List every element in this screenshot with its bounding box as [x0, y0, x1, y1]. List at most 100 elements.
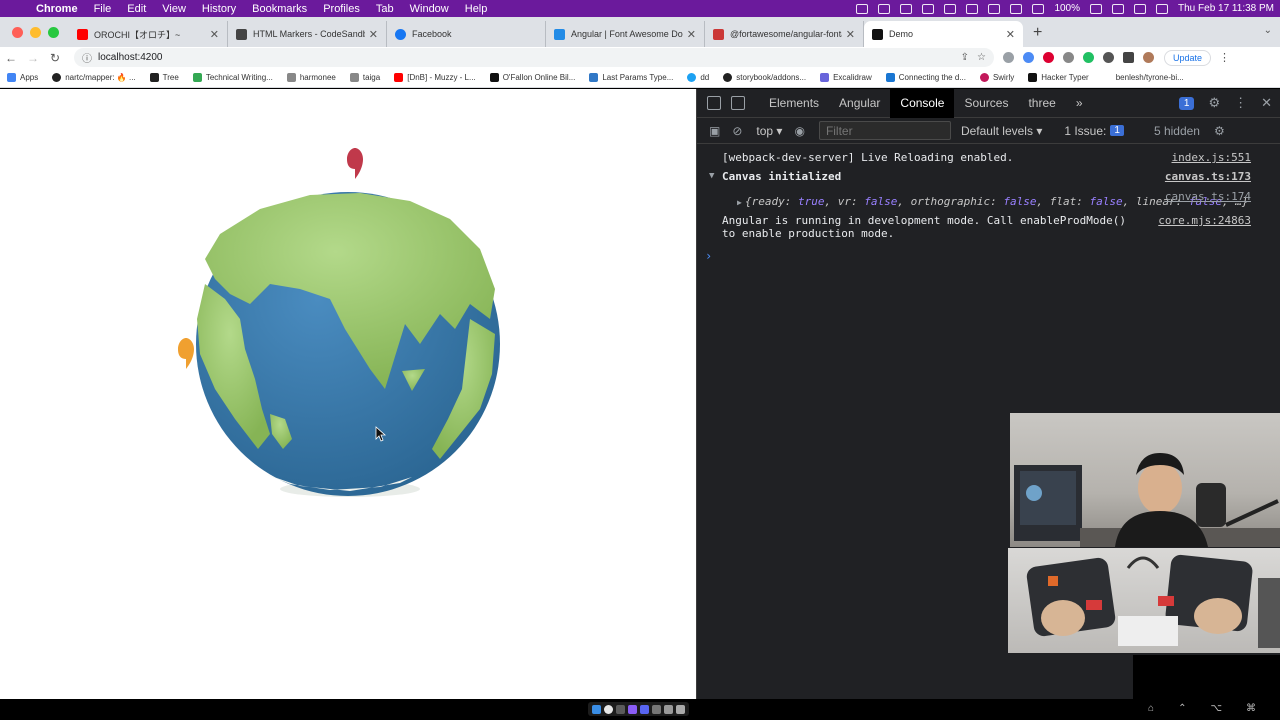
- bookmark-item[interactable]: Excalidraw: [813, 73, 879, 82]
- battery-icon[interactable]: [1090, 3, 1103, 14]
- menu-bookmarks[interactable]: Bookmarks: [244, 3, 315, 15]
- new-tab-button[interactable]: +: [1023, 21, 1052, 47]
- device-toolbar-icon[interactable]: [731, 96, 745, 110]
- close-tab-icon[interactable]: ✕: [369, 28, 378, 41]
- forward-button[interactable]: →: [22, 51, 44, 65]
- source-link[interactable]: index.js:551: [1172, 151, 1251, 164]
- control-center-icon[interactable]: [1156, 3, 1169, 14]
- more-options-icon[interactable]: ⋮: [1234, 95, 1247, 111]
- menu-help[interactable]: Help: [457, 3, 496, 15]
- console-output[interactable]: [webpack-dev-server] Live Reloading enab…: [697, 148, 1280, 263]
- command-key-icon[interactable]: ⌘: [1246, 703, 1256, 714]
- status-icon[interactable]: [878, 3, 891, 14]
- tab-orochi[interactable]: OROCHI【オロチ】~ ✕: [69, 21, 228, 47]
- bookmark-apps[interactable]: Apps: [0, 73, 45, 82]
- close-tab-icon[interactable]: ✕: [210, 28, 219, 41]
- issues-counter[interactable]: 1 Issue: 1: [1064, 124, 1124, 138]
- menu-tab[interactable]: Tab: [368, 3, 402, 15]
- tab-elements[interactable]: Elements: [759, 89, 829, 118]
- extension-icon[interactable]: [1023, 52, 1034, 63]
- close-devtools-icon[interactable]: ✕: [1261, 95, 1272, 111]
- status-icon[interactable]: [944, 3, 957, 14]
- bookmark-item[interactable]: O'Fallon Online Bil...: [483, 73, 583, 82]
- close-tab-icon[interactable]: ✕: [846, 28, 855, 41]
- tab-facebook[interactable]: Facebook: [387, 21, 546, 47]
- marker-red[interactable]: [347, 148, 363, 179]
- tab-search-icon[interactable]: ⌄: [1264, 25, 1272, 36]
- app-icon[interactable]: [628, 704, 637, 714]
- home-icon[interactable]: ⌂: [1148, 703, 1154, 714]
- tab-three[interactable]: three: [1018, 89, 1065, 118]
- app-icon[interactable]: [616, 704, 625, 714]
- bookmark-item[interactable]: Swirly: [973, 73, 1021, 82]
- console-group[interactable]: ▼ Canvas initialized canvas.ts:173: [697, 167, 1280, 186]
- menu-edit[interactable]: Edit: [119, 3, 154, 15]
- bookmark-item[interactable]: harmonee: [280, 73, 343, 82]
- status-icon[interactable]: [856, 3, 869, 14]
- page-viewport[interactable]: [0, 89, 696, 699]
- bookmark-item[interactable]: Tree: [143, 73, 186, 82]
- option-key-icon[interactable]: ⌥: [1210, 703, 1222, 714]
- bookmark-item[interactable]: [DnB] - Muzzy - L...: [387, 73, 482, 82]
- bookmark-item[interactable]: dd: [680, 73, 716, 82]
- bookmark-item[interactable]: taiga: [343, 73, 387, 82]
- status-icon[interactable]: [922, 3, 935, 14]
- live-expression-eye-icon[interactable]: ◉: [794, 124, 804, 138]
- extension-icon[interactable]: [1043, 52, 1054, 63]
- menu-file[interactable]: File: [86, 3, 120, 15]
- bookmark-item[interactable]: nartc/mapper: 🔥 ...: [45, 73, 142, 82]
- console-object-preview[interactable]: canvas.ts:174 ▶ {ready: true, vr: false,…: [697, 190, 1280, 211]
- spotlight-search-icon[interactable]: [1134, 3, 1147, 14]
- settings-gear-icon[interactable]: ⚙: [1208, 95, 1220, 111]
- avatar[interactable]: [1143, 52, 1154, 63]
- source-link[interactable]: canvas.ts:174: [1165, 190, 1251, 203]
- menu-window[interactable]: Window: [402, 3, 457, 15]
- tab-font-awesome-docs[interactable]: Angular | Font Awesome Docs ✕: [546, 21, 705, 47]
- reload-button[interactable]: ↻: [44, 51, 66, 65]
- tab-console[interactable]: Console: [890, 88, 955, 118]
- issues-badge[interactable]: 1: [1178, 96, 1195, 110]
- update-button[interactable]: Update: [1164, 49, 1212, 66]
- wifi-icon[interactable]: [1112, 3, 1125, 14]
- tab-npm-fortawesome[interactable]: @fortawesome/angular-fontaw ✕: [705, 21, 864, 47]
- back-button[interactable]: ←: [0, 51, 22, 65]
- expand-triangle-icon[interactable]: ▶: [737, 196, 742, 209]
- minimize-window-button[interactable]: [30, 26, 41, 38]
- chevron-up-icon[interactable]: ⌃: [1178, 703, 1186, 714]
- bookmark-item[interactable]: Technical Writing...: [186, 73, 280, 82]
- collapse-triangle-icon[interactable]: ▼: [709, 170, 714, 183]
- finder-icon[interactable]: [592, 704, 601, 714]
- battery-percent[interactable]: 100%: [1054, 3, 1080, 14]
- site-info-icon[interactable]: ⓘ: [82, 50, 92, 65]
- sidebar-toggle-icon[interactable]: ▣: [709, 124, 720, 138]
- bookmark-item[interactable]: Last Params Type...: [582, 73, 680, 82]
- console-prompt[interactable]: ›: [697, 249, 1280, 263]
- extension-icon[interactable]: [1003, 52, 1014, 63]
- share-icon[interactable]: ⇪: [961, 52, 969, 63]
- status-icon[interactable]: [900, 3, 913, 14]
- marker-orange[interactable]: [178, 338, 194, 369]
- app-icon[interactable]: [664, 704, 673, 714]
- status-icon[interactable]: [966, 3, 979, 14]
- chrome-icon[interactable]: [604, 704, 613, 714]
- menu-app-name[interactable]: Chrome: [28, 3, 86, 15]
- bookmark-star-icon[interactable]: ☆: [977, 52, 986, 63]
- close-window-button[interactable]: [12, 26, 23, 38]
- tab-sources[interactable]: Sources: [954, 89, 1018, 118]
- extension-icon[interactable]: [1063, 52, 1074, 63]
- trash-icon[interactable]: [676, 704, 685, 714]
- extension-icon[interactable]: [1083, 52, 1094, 63]
- menu-profiles[interactable]: Profiles: [315, 3, 368, 15]
- bookmark-item[interactable]: Connecting the d...: [879, 73, 973, 82]
- discord-icon[interactable]: [640, 704, 649, 714]
- console-filter-input[interactable]: [818, 121, 951, 140]
- inspect-element-icon[interactable]: [707, 96, 721, 110]
- tab-demo[interactable]: Demo ✕: [864, 21, 1023, 47]
- address-bar[interactable]: ⓘ localhost:4200 ⇪ ☆: [74, 48, 994, 67]
- url-text[interactable]: localhost:4200: [98, 52, 163, 63]
- tab-angular[interactable]: Angular: [829, 89, 890, 118]
- source-link[interactable]: canvas.ts:173: [1165, 170, 1251, 183]
- extension-icon[interactable]: [1103, 52, 1114, 63]
- app-icon[interactable]: [652, 704, 661, 714]
- context-selector[interactable]: top ▾: [756, 124, 782, 138]
